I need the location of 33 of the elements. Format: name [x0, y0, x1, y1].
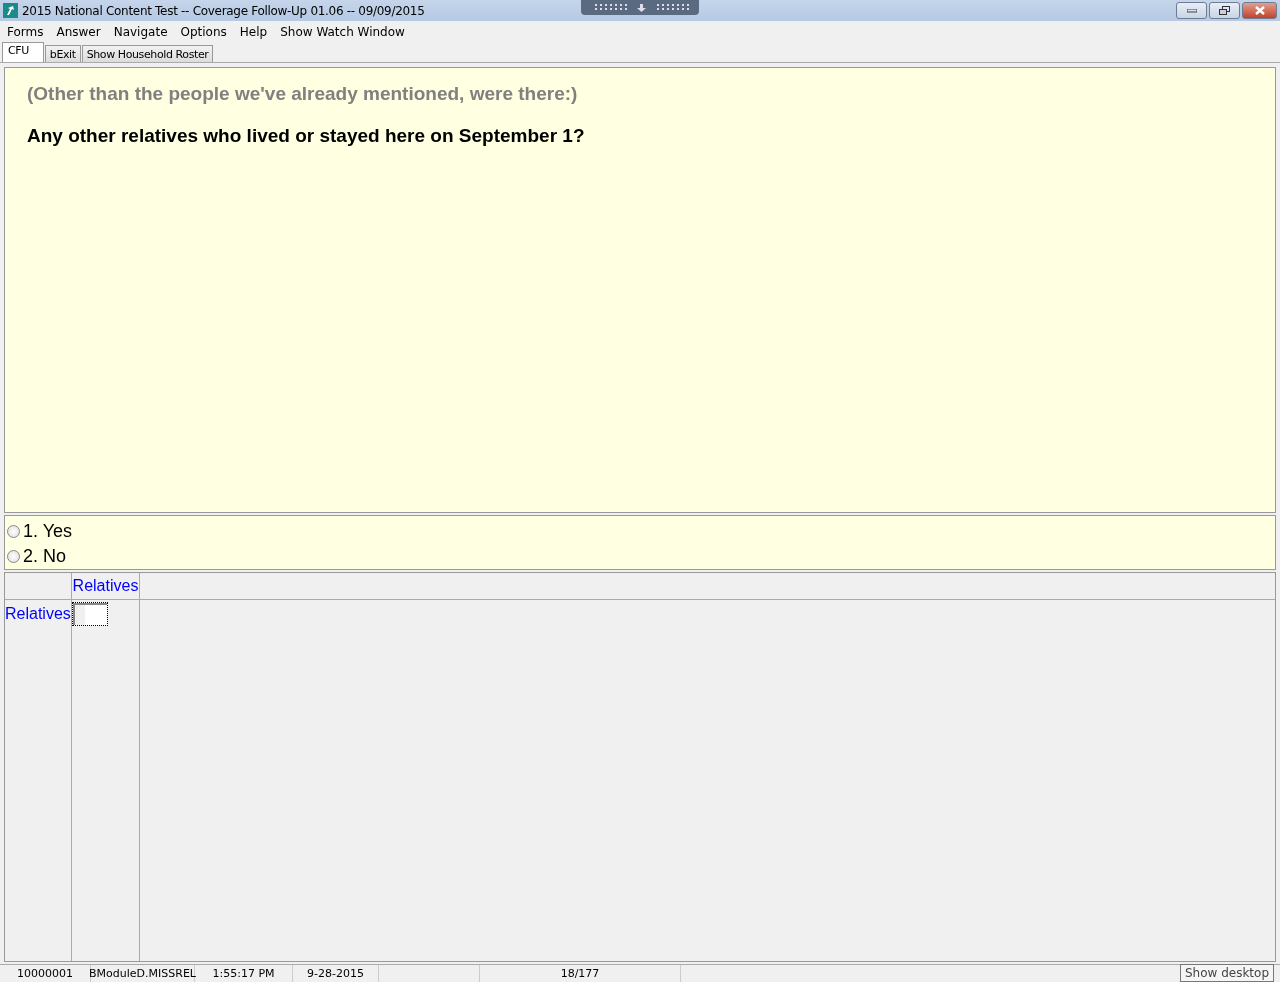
- close-icon: [1254, 6, 1265, 15]
- window-title: 2015 National Content Test -- Coverage Follow-Up 01.06 -- 09/09/2015: [22, 3, 425, 18]
- radio-button[interactable]: [7, 525, 20, 538]
- menu-item[interactable]: Answer: [56, 24, 101, 39]
- minimize-button[interactable]: [1176, 2, 1207, 19]
- toolbar-handle[interactable]: [581, 0, 699, 15]
- close-button[interactable]: [1242, 2, 1277, 19]
- menu-item[interactable]: Navigate: [113, 24, 168, 39]
- status-field: 1:55:17 PM: [212, 967, 275, 980]
- menu-item[interactable]: Show Watch Window: [280, 24, 405, 39]
- restore-button[interactable]: [1209, 2, 1240, 19]
- column-header: Relatives: [72, 577, 139, 595]
- tab[interactable]: Show Household Roster: [81, 45, 214, 62]
- radio-button[interactable]: [7, 550, 20, 563]
- restore-icon: [1219, 6, 1230, 15]
- tab[interactable]: bExit: [44, 45, 81, 62]
- row-header: Relatives: [5, 605, 71, 622]
- tooltip: Show desktop: [1179, 964, 1274, 982]
- status-field: 9-28-2015: [307, 967, 364, 980]
- menu-item[interactable]: Forms: [7, 24, 44, 39]
- tab[interactable]: CFU: [2, 42, 44, 62]
- question-text: Any other relatives who lived or stayed here on September 1?: [27, 125, 586, 147]
- input-field[interactable]: [72, 602, 108, 626]
- minimize-icon: [1186, 8, 1197, 13]
- question-preamble: (Other than the people we've already mentioned, were there:): [27, 83, 579, 105]
- app-icon: [3, 3, 18, 18]
- status-field: 10000001: [17, 967, 73, 980]
- menu-item[interactable]: Options: [180, 24, 227, 39]
- answer-label[interactable]: 2. No: [23, 546, 67, 567]
- status-field: BModuleD.MISSREL: [89, 967, 196, 980]
- status-field: 18/177: [560, 967, 600, 980]
- answer-label[interactable]: 1. Yes: [23, 521, 73, 542]
- menu-item[interactable]: Help: [239, 24, 268, 39]
